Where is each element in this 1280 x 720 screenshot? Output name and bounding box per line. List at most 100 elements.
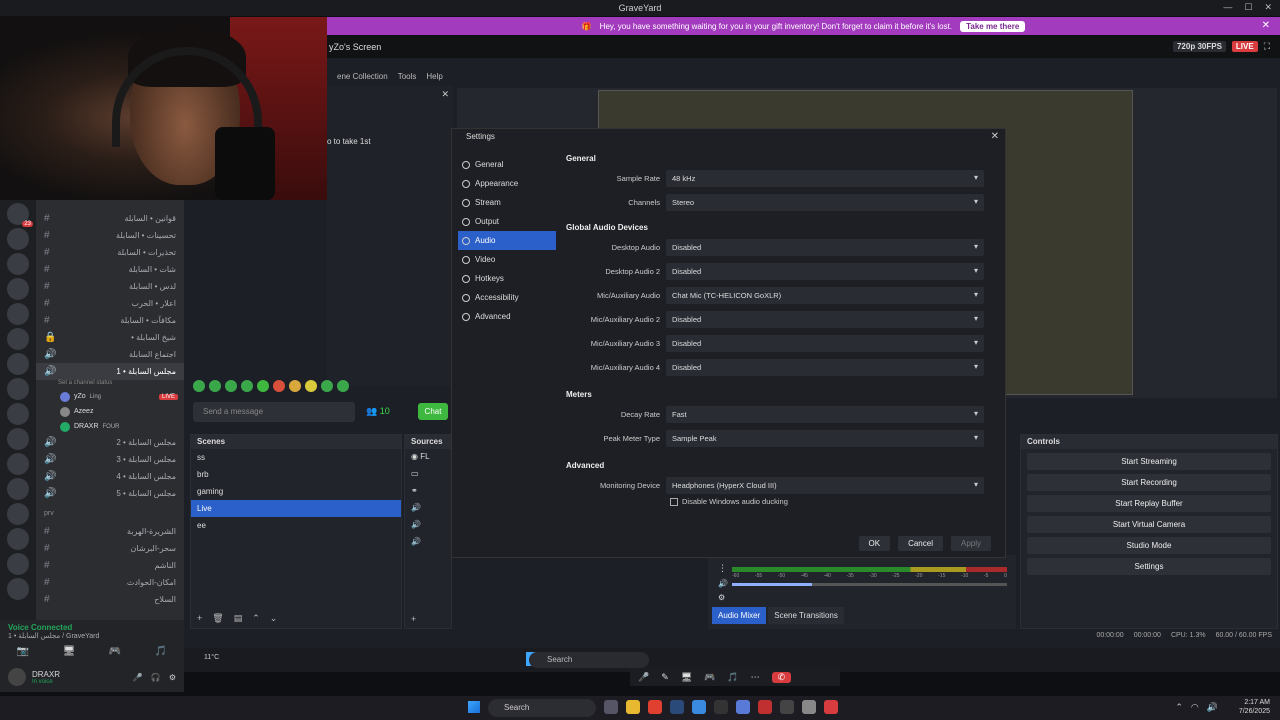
menu-dots-icon[interactable]: ⋮ <box>718 563 727 574</box>
mic-aux-audio-3-select[interactable]: Disabled <box>666 334 984 352</box>
emote-icon[interactable] <box>273 380 285 392</box>
server-icon[interactable] <box>7 328 29 350</box>
mic-icon[interactable]: 🎤 <box>638 672 649 683</box>
volume-icon[interactable]: 🔊 <box>1207 702 1218 713</box>
mic-aux-audio-select[interactable]: Chat Mic (TC-HELICON GoXLR) <box>666 286 984 304</box>
sample-rate-select[interactable]: 48 kHz <box>666 169 984 187</box>
more-icon[interactable]: ⋯ <box>751 672 760 683</box>
channel-item[interactable]: الناشم # <box>36 557 184 574</box>
channel-item-active[interactable]: مجلس السابلة • 1 🔊 <box>36 363 184 380</box>
screenshare-icon[interactable]: 🖥 <box>681 672 692 683</box>
start-streaming-button[interactable]: Start Streaming <box>1027 453 1271 470</box>
banner-close-icon[interactable]: ✕ <box>1262 20 1270 31</box>
menu-tools[interactable]: Tools <box>398 72 417 86</box>
emote-icon[interactable] <box>209 380 221 392</box>
start-virtual-camera-button[interactable]: Start Virtual Camera <box>1027 516 1271 533</box>
apply-button[interactable]: Apply <box>950 536 991 551</box>
steam-icon[interactable] <box>670 700 684 714</box>
category-label[interactable]: prv <box>36 510 184 523</box>
chrome-icon[interactable] <box>648 700 662 714</box>
channel-item[interactable]: تحسينات • السابلة # <box>36 227 184 244</box>
channel-item[interactable]: شات • السابلة # <box>36 261 184 278</box>
channel-item[interactable]: اعلار • الحرب # <box>36 295 184 312</box>
channel-item[interactable]: سحر-البرشان # <box>36 540 184 557</box>
soundboard-icon[interactable]: 🎵 <box>727 672 738 683</box>
emote-icon[interactable] <box>257 380 269 392</box>
nav-stream[interactable]: Stream <box>458 193 556 212</box>
server-icon[interactable] <box>7 578 29 600</box>
volume-slider[interactable] <box>732 583 1007 586</box>
volume-icon[interactable]: 🔊 <box>718 579 728 588</box>
eye-icon[interactable]: ◉ <box>411 452 418 461</box>
clock[interactable]: 2:17 AM 7/26/2025 <box>1239 698 1270 716</box>
gear-icon[interactable]: ⚙ <box>169 673 176 682</box>
add-icon[interactable]: + <box>411 614 416 624</box>
channels-select[interactable]: Stereo <box>666 193 984 211</box>
emote-icon[interactable] <box>193 380 205 392</box>
nav-audio[interactable]: Audio <box>458 231 556 250</box>
server-icon[interactable] <box>7 503 29 525</box>
emote-icon[interactable] <box>289 380 301 392</box>
avatar[interactable] <box>8 668 26 686</box>
voice-member[interactable]: DRAXR FOUR <box>36 419 184 434</box>
close-icon[interactable]: ✕ <box>1264 2 1272 13</box>
cancel-button[interactable]: Cancel <box>898 536 943 551</box>
scene-item[interactable]: ee <box>191 517 401 534</box>
fullscreen-icon[interactable]: ⛶ <box>1264 41 1270 52</box>
server-icon[interactable] <box>7 403 29 425</box>
peak-meter-type-select[interactable]: Sample Peak <box>666 429 984 447</box>
channel-item[interactable]: الشريرة-الهربة # <box>36 523 184 540</box>
gear-icon[interactable]: ⚙ <box>718 593 725 602</box>
server-icon[interactable]: 23 <box>7 203 33 227</box>
add-icon[interactable]: + <box>197 613 202 624</box>
voice-member[interactable]: Azeez <box>36 404 184 419</box>
server-icon[interactable] <box>7 278 29 300</box>
menu-help[interactable]: Help <box>426 72 442 86</box>
windows-start-icon[interactable] <box>468 701 480 713</box>
voice-location[interactable]: مجلس السابلة • 1 / GraveYard <box>8 632 176 640</box>
channel-status[interactable]: Set a channel status <box>36 380 184 389</box>
tab-audio-mixer[interactable]: Audio Mixer <box>712 607 767 624</box>
start-replay-buffer-button[interactable]: Start Replay Buffer <box>1027 495 1271 512</box>
desktop-audio-2-select[interactable]: Disabled <box>666 262 984 280</box>
take-me-there-button[interactable]: Take me there <box>960 20 1026 32</box>
decay-rate-select[interactable]: Fast <box>666 405 984 423</box>
camera-icon[interactable]: 📷 <box>17 646 29 657</box>
tab-scene-transitions[interactable]: Scene Transitions <box>768 607 844 624</box>
emote-icon[interactable] <box>337 380 349 392</box>
end-call-button[interactable]: ✆ <box>771 671 792 683</box>
up-icon[interactable]: ⌃ <box>252 613 260 624</box>
close-icon[interactable]: ✕ <box>991 131 999 142</box>
scene-item-selected[interactable]: Live <box>191 500 401 517</box>
down-icon[interactable]: ⌄ <box>270 613 278 624</box>
scene-item[interactable]: gaming <box>191 483 401 500</box>
source-item[interactable]: 🔊 <box>405 500 451 517</box>
channel-item[interactable]: قوانين • السابلة # <box>36 210 184 227</box>
app-icon[interactable] <box>824 700 838 714</box>
audio-ducking-checkbox[interactable]: Disable Windows audio ducking <box>560 497 1000 506</box>
voice-channel[interactable]: مجلس السابلة • 3 🔊 <box>36 451 184 468</box>
scene-item[interactable]: brb <box>191 466 401 483</box>
channel-item[interactable]: لدس • السابلة # <box>36 278 184 295</box>
channel-item[interactable]: السلاح # <box>36 591 184 608</box>
server-icon[interactable] <box>7 303 29 325</box>
activity-icon[interactable]: 🎮 <box>704 672 715 683</box>
nav-accessibility[interactable]: Accessibility <box>458 288 556 307</box>
menu-scene-collection[interactable]: ene Collection <box>337 72 388 86</box>
server-icon[interactable] <box>7 428 29 450</box>
studio-mode-button[interactable]: Studio Mode <box>1027 537 1271 554</box>
nav-advanced[interactable]: Advanced <box>458 307 556 326</box>
wifi-icon[interactable]: ◠ <box>1191 702 1199 713</box>
server-icon[interactable] <box>7 528 29 550</box>
filter-icon[interactable]: ▤ <box>234 613 243 624</box>
app-icon[interactable] <box>692 700 706 714</box>
pen-icon[interactable]: ✎ <box>661 672 669 683</box>
taskview-icon[interactable] <box>604 700 618 714</box>
app-icon[interactable] <box>736 700 750 714</box>
server-icon[interactable] <box>7 353 29 375</box>
soundboard-icon[interactable]: 🎵 <box>155 646 167 657</box>
monitoring-device-select[interactable]: Headphones (HyperX Cloud III) <box>666 476 984 494</box>
source-item[interactable]: 🔊 <box>405 517 451 534</box>
voice-channel[interactable]: مجلس السابلة • 2 🔊 <box>36 434 184 451</box>
scene-item[interactable]: ss <box>191 449 401 466</box>
